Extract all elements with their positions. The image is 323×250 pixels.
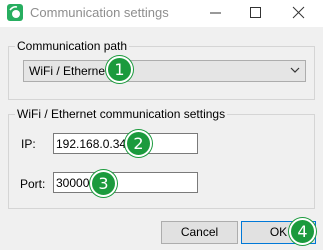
communication-path-group: Communication path WiFi / Ethernet <box>8 39 315 100</box>
cancel-button[interactable]: Cancel <box>161 221 238 244</box>
step-badge-2: 2 <box>125 130 152 157</box>
port-value: 30000 <box>56 176 90 190</box>
wifi-settings-legend: WiFi / Ethernet communication settings <box>15 107 228 121</box>
communication-path-legend: Communication path <box>15 39 130 53</box>
close-button[interactable] <box>279 0 319 27</box>
minimize-icon <box>210 12 221 14</box>
step-badge-4: 4 <box>289 218 316 245</box>
communication-path-dropdown[interactable]: WiFi / Ethernet <box>23 60 306 82</box>
port-label: Port: <box>20 177 46 191</box>
window-title: Communication settings <box>30 5 169 20</box>
communication-path-selected: WiFi / Ethernet <box>29 64 109 78</box>
port-field[interactable]: 30000 <box>53 172 198 193</box>
minimize-button[interactable] <box>196 0 236 27</box>
step-badge-3: 3 <box>90 170 117 197</box>
ip-label: IP: <box>21 137 36 151</box>
maximize-button[interactable] <box>236 0 276 27</box>
chevron-down-icon <box>290 67 300 73</box>
ip-value: 192.168.0.34 <box>56 137 127 151</box>
title-bar: Communication settings <box>0 0 323 27</box>
close-icon <box>292 6 305 19</box>
step-badge-1: 1 <box>106 56 133 83</box>
wifi-settings-group: WiFi / Ethernet communication settings I… <box>8 107 315 209</box>
maximize-icon <box>250 7 261 18</box>
app-logo-icon <box>7 4 23 21</box>
